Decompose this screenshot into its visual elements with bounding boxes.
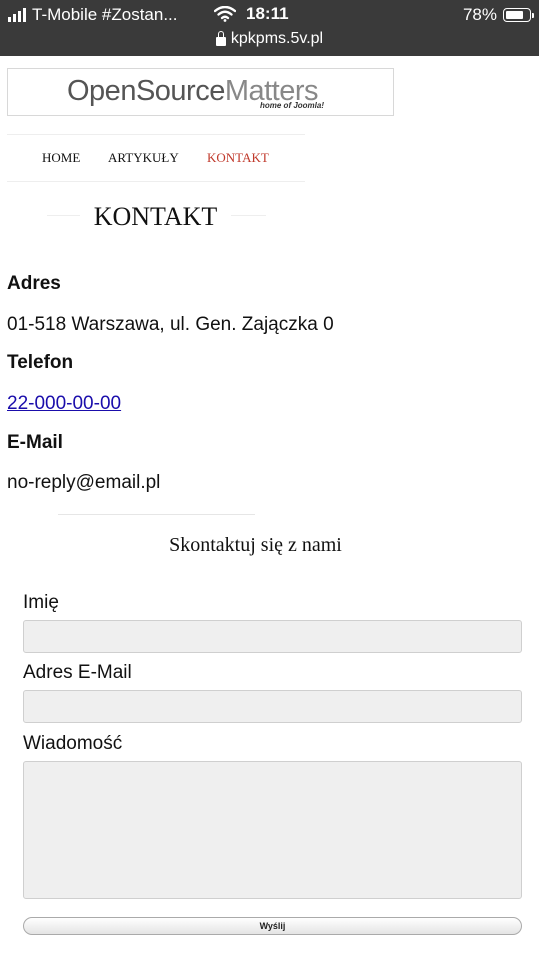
address-label: Adres (7, 273, 61, 294)
carrier-info: T-Mobile #Zostan... (8, 5, 178, 25)
battery-percent: 78% (462, 5, 497, 24)
email-label: E-Mail (7, 432, 63, 453)
battery-icon (503, 8, 534, 22)
carrier-name: T-Mobile #Zostan... (32, 5, 178, 24)
contact-form-title: Skontaktuj się z nami (169, 534, 342, 556)
site-logo[interactable]: OpenSourceMatters home of Joomla! (7, 68, 394, 116)
main-nav: HOME ARTYKUŁY KONTAKT (7, 134, 305, 182)
name-label: Imię (23, 592, 59, 613)
nav-home[interactable]: HOME (42, 150, 80, 166)
clock: 18:11 (246, 4, 289, 23)
section-divider (58, 514, 255, 515)
submit-button[interactable]: Wyślij (23, 917, 522, 935)
address-value: 01-518 Warszawa, ul. Gen. Zajączka 0 (7, 314, 334, 335)
status-bar: T-Mobile #Zostan... 18:11 78% kpkpms.5v.… (0, 0, 539, 56)
page-title: KONTAKT (93, 202, 218, 231)
wifi-icon (214, 6, 236, 22)
title-line-right (231, 215, 266, 216)
email-input[interactable] (23, 690, 522, 723)
battery-area: 78% (462, 5, 534, 25)
name-input[interactable] (23, 620, 522, 653)
phone-label: Telefon (7, 352, 74, 373)
nav-contact[interactable]: KONTAKT (207, 150, 269, 166)
signal-icon (8, 8, 26, 22)
lock-icon (215, 30, 226, 46)
url-text: kpkpms.5v.pl (230, 30, 324, 47)
email-field-label: Adres E-Mail (23, 662, 132, 683)
nav-articles[interactable]: ARTYKUŁY (108, 150, 179, 166)
phone-link[interactable]: 22-000-00-00 (7, 393, 121, 414)
address-bar[interactable]: kpkpms.5v.pl (0, 30, 539, 48)
email-value: no-reply@email.pl (7, 472, 161, 493)
clock-area: 18:11 (214, 4, 289, 24)
logo-tagline: home of Joomla! (260, 101, 325, 110)
message-textarea[interactable] (23, 761, 522, 899)
logo-text-part1: OpenSource (67, 75, 225, 107)
message-label: Wiadomość (23, 733, 123, 754)
phone-link-wrapper: 22-000-00-00 (7, 393, 121, 415)
